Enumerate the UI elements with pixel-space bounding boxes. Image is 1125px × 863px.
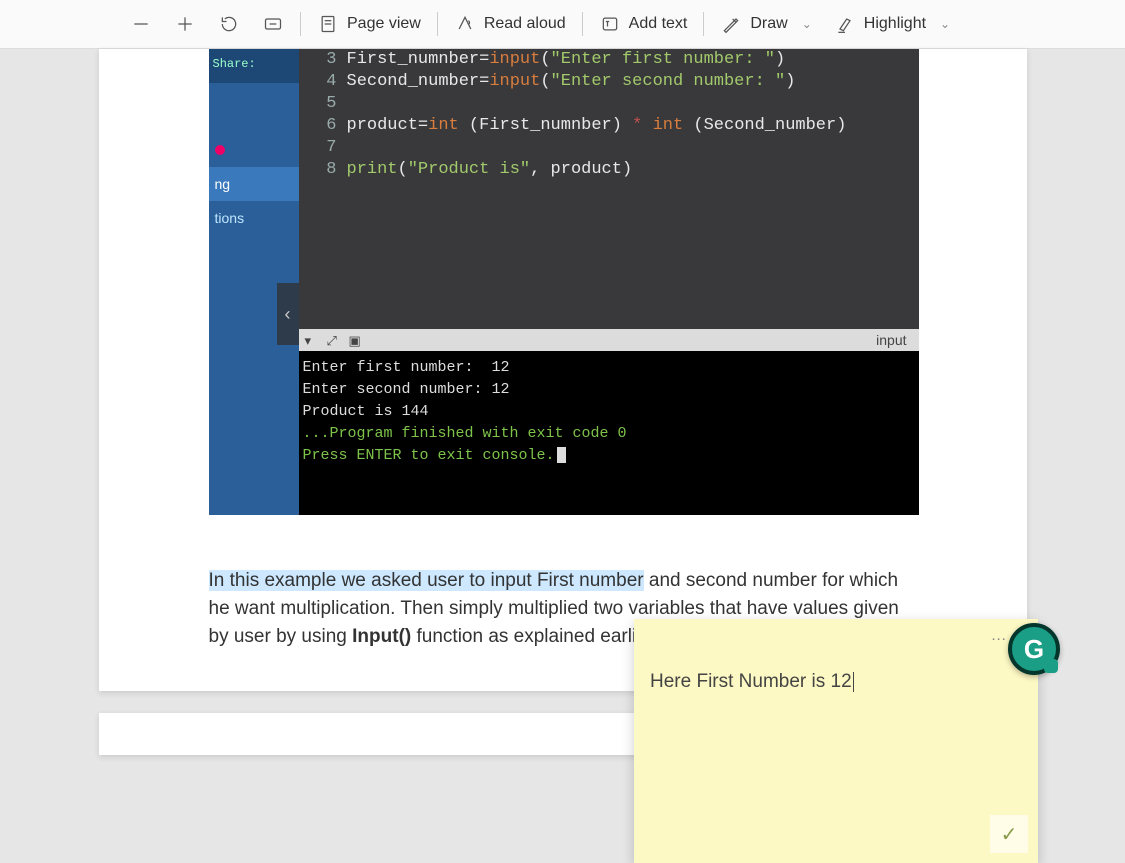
sidebar-item-label: ng <box>215 176 231 192</box>
document-page: Share: ng tions ‹ 3 First_numnber=input("… <box>99 49 1027 691</box>
fit-page-button[interactable] <box>260 9 286 39</box>
toolbar-separator <box>703 12 704 36</box>
line-number: 8 <box>309 159 337 181</box>
code-content: Second_number=input("Enter second number… <box>347 71 796 93</box>
code-line: 4 Second_number=input("Enter second numbe… <box>299 71 919 93</box>
document-viewport[interactable]: Share: ng tions ‹ 3 First_numnber=input("… <box>0 49 1125 837</box>
highlight-icon <box>834 13 856 35</box>
zoom-out-button[interactable] <box>128 9 154 39</box>
line-number: 3 <box>309 49 337 71</box>
code-content: First_numnber=input("Enter first number:… <box>347 49 786 71</box>
code-content: product=int (First_numnber) * int (Secon… <box>347 115 847 137</box>
badge-mini-icon <box>1044 659 1058 673</box>
sticky-more-button[interactable]: … <box>991 627 1007 645</box>
plus-icon <box>174 13 196 35</box>
fit-page-icon <box>262 13 284 35</box>
sidebar-header: Share: <box>209 49 299 83</box>
ide-screenshot: Share: ng tions ‹ 3 First_numnber=input("… <box>209 49 919 515</box>
minus-icon <box>130 13 152 35</box>
terminal-line: Enter second number: 12 <box>303 379 915 401</box>
sidebar-item: ng <box>209 167 299 201</box>
terminal-tab-label: input <box>876 332 906 348</box>
sticky-confirm-button[interactable]: ✓ <box>990 815 1028 853</box>
highlight-label: Highlight <box>864 15 926 33</box>
toolbar-separator <box>437 12 438 36</box>
code-line: 6 product=int (First_numnber) * int (Seco… <box>299 115 919 137</box>
sidebar-collapse: ‹ <box>277 283 299 345</box>
terminal-line: ...Program finished with exit code 0 <box>303 423 915 445</box>
zoom-in-button[interactable] <box>172 9 198 39</box>
pdf-toolbar: Page view Read aloud Add text Draw ⌄ Hig… <box>0 0 1125 49</box>
code-editor: 3 First_numnber=input("Enter first number… <box>299 49 919 329</box>
terminal-output: Enter first number: 12Enter second numbe… <box>299 351 919 515</box>
page-view-button[interactable]: Page view <box>315 9 423 39</box>
add-text-icon <box>599 13 621 35</box>
code-line: 5 <box>299 93 919 115</box>
code-content: print("Product is", product) <box>347 159 633 181</box>
read-aloud-icon <box>454 13 476 35</box>
highlighted-text: In this example we asked user to input F… <box>209 570 644 591</box>
sidebar-item <box>209 133 299 167</box>
chevron-down-icon[interactable]: ⌄ <box>802 17 812 31</box>
page-view-label: Page view <box>347 15 421 33</box>
add-text-button[interactable]: Add text <box>597 9 690 39</box>
code-line: 3 First_numnber=input("Enter first number… <box>299 49 919 71</box>
terminal-line: Product is 144 <box>303 401 915 423</box>
terminal-line: Enter first number: 12 <box>303 357 915 379</box>
grammarly-letter: G <box>1024 634 1044 665</box>
sticky-note-content: Here First Number is 12 <box>650 671 852 692</box>
code-line: 8 print("Product is", product) <box>299 159 919 181</box>
sidebar-item: tions <box>209 201 299 235</box>
red-dot-icon <box>215 145 225 155</box>
rotate-button[interactable] <box>216 9 242 39</box>
line-number: 4 <box>309 71 337 93</box>
sticky-note[interactable]: … × Here First Number is 12 ✓ <box>634 619 1038 863</box>
add-text-label: Add text <box>629 15 688 33</box>
rotate-icon <box>218 13 240 35</box>
line-number: 6 <box>309 115 337 137</box>
line-number: 7 <box>309 137 337 159</box>
draw-icon <box>720 13 742 35</box>
run-icon: ▣ <box>349 333 363 347</box>
draw-button[interactable]: Draw ⌄ <box>718 9 813 39</box>
terminal-header: ▾ ⤢ ▣ input <box>299 329 919 351</box>
line-number: 5 <box>309 93 337 115</box>
draw-label: Draw <box>750 15 787 33</box>
chevron-down-icon: ▾ <box>305 333 319 347</box>
terminal-line: Press ENTER to exit console. <box>303 445 915 467</box>
grammarly-badge[interactable]: G <box>1008 623 1060 675</box>
highlight-button[interactable]: Highlight ⌄ <box>832 9 952 39</box>
read-aloud-button[interactable]: Read aloud <box>452 9 568 39</box>
chevron-down-icon[interactable]: ⌄ <box>940 17 950 31</box>
terminal-cursor <box>557 447 566 463</box>
body-text-bold: Input() <box>352 626 411 647</box>
code-line: 7 <box>299 137 919 159</box>
sticky-note-text[interactable]: Here First Number is 12 <box>650 671 1022 693</box>
text-cursor <box>853 672 854 692</box>
ide-sidebar: Share: ng tions <box>209 49 299 515</box>
toolbar-separator <box>300 12 301 36</box>
toolbar-separator <box>582 12 583 36</box>
sidebar-item-label: tions <box>215 210 245 226</box>
read-aloud-label: Read aloud <box>484 15 566 33</box>
expand-icon: ⤢ <box>327 333 341 347</box>
body-text-tail: function as explained earlier <box>411 626 653 647</box>
page-view-icon <box>317 13 339 35</box>
